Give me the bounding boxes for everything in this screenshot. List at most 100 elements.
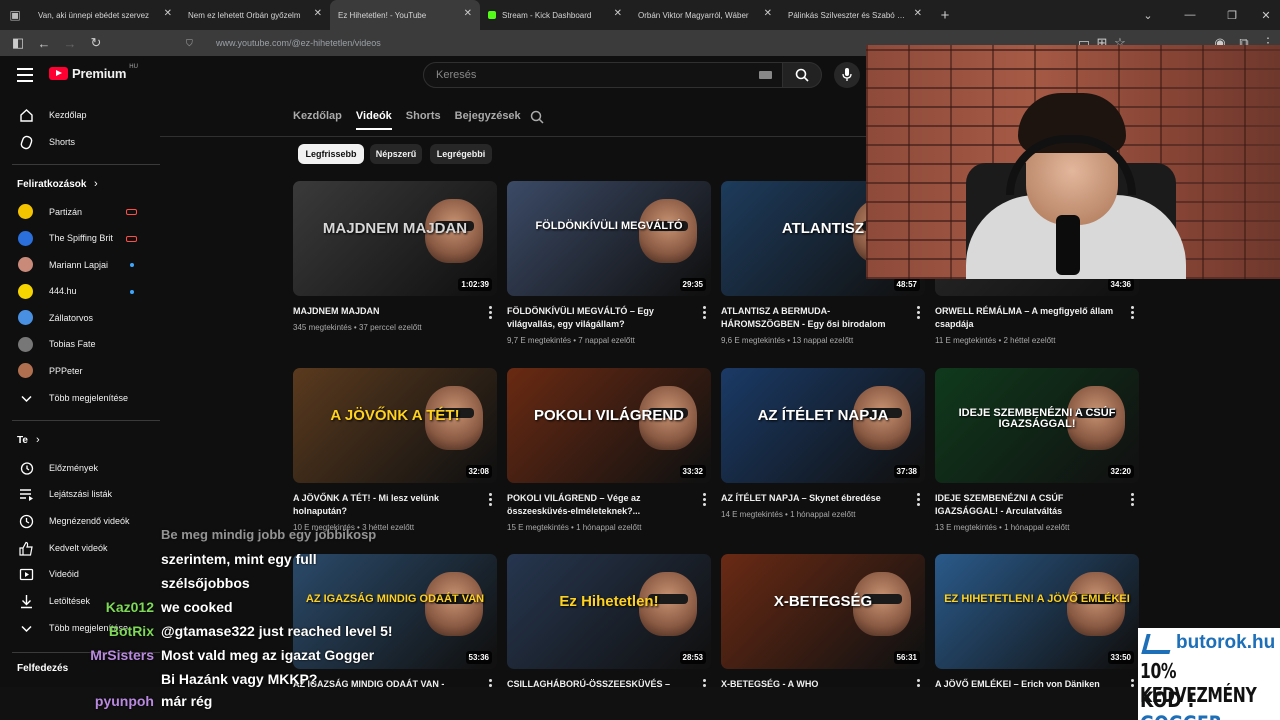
url-text: www.youtube.com/@ez-hihetetlen/videos <box>216 38 381 48</box>
tab-4[interactable]: Bejegyzések <box>455 110 521 130</box>
video-title[interactable]: ORWELL RÉMÁLMA – A megfigyelő állam csap… <box>935 305 1117 331</box>
video-card[interactable]: IDEJE SZEMBENÉZNI A CSÚF IGAZSÁGGAL! 32:2… <box>935 368 1139 532</box>
video-thumbnail[interactable]: AZ ÍTÉLET NAPJA 37:38 <box>721 368 925 483</box>
filter-chip[interactable]: Legfrissebb <box>298 144 364 164</box>
sidebar-item[interactable]: Shorts <box>0 128 160 155</box>
video-duration: 53:36 <box>465 651 492 664</box>
tab-actions-icon[interactable]: ▣ <box>0 0 30 30</box>
video-thumbnail[interactable]: FÖLDÖNKÍVÜLI MEGVÁLTÓ 29:35 <box>507 181 711 296</box>
tab-close-icon[interactable]: ✕ <box>614 8 622 19</box>
browser-tab[interactable]: Stream - Kick Dashboard ✕ <box>480 0 630 30</box>
new-tab-button[interactable]: + <box>930 7 960 24</box>
video-thumbnail[interactable]: EZ HIHETETLEN! A JÖVŐ EMLÉKEI 33:50 <box>935 554 1139 669</box>
more-actions-icon[interactable] <box>703 493 707 508</box>
video-thumbnail[interactable]: Ez Hihetetlen! 28:53 <box>507 554 711 669</box>
browser-tab[interactable]: Pálinkás Szilveszter és Szabó Be ✕ <box>780 0 930 30</box>
sidebar-item[interactable]: Tobias Fate <box>0 331 160 358</box>
video-title[interactable]: POKOLI VILÁGREND – Vége az összeesküvés-… <box>507 492 689 518</box>
back-icon[interactable]: ← <box>32 31 56 55</box>
upload-age: 1 hónappal ezelőtt <box>790 510 856 519</box>
search-input[interactable]: Keresés <box>423 62 783 88</box>
sidebar-item[interactable]: Több megjelenítése <box>0 384 160 411</box>
video-card[interactable]: POKOLI VILÁGREND 33:32 POKOLI VILÁGREND – … <box>507 368 711 532</box>
tab-1[interactable]: Kezdőlap <box>293 110 342 130</box>
tab-title: Nem ez lehetett Orbán győzelm <box>188 10 301 20</box>
new-content-dot <box>130 289 134 294</box>
more-actions-icon[interactable] <box>917 493 921 508</box>
thumbnail-text: Ez Hihetetlen! <box>559 593 659 610</box>
browser-tab[interactable]: Nem ez lehetett Orbán győzelm ✕ <box>180 0 330 30</box>
sidebar-item[interactable]: Lejátszási listák <box>0 481 160 508</box>
view-count: 13 E megtekintés <box>935 523 997 532</box>
you-heading[interactable]: Te <box>17 435 28 446</box>
sidebar-item[interactable]: Zállatorvos <box>0 304 160 331</box>
thumbnail-text: X-BETEGSÉG <box>773 593 873 610</box>
forward-icon[interactable]: → <box>58 31 82 55</box>
youtube-premium-logo[interactable]: Premium HU <box>49 64 138 81</box>
youtube-play-icon <box>49 67 68 80</box>
upload-age: 37 perccel ezelőtt <box>358 323 422 332</box>
more-actions-icon[interactable] <box>1131 306 1135 321</box>
video-card[interactable]: FÖLDÖNKÍVÜLI MEGVÁLTÓ 29:35 FÖLDÖNKÍVÜLI M… <box>507 181 711 345</box>
video-thumbnail[interactable]: POKOLI VILÁGREND 33:32 <box>507 368 711 483</box>
sidebar-item[interactable]: Mariann Lapjai <box>0 251 160 278</box>
keyboard-icon[interactable] <box>759 71 772 79</box>
video-card[interactable]: X-BETEGSÉG56:31X-BETEGSÉG - A WHO népess… <box>721 554 925 702</box>
more-actions-icon[interactable] <box>1131 493 1135 508</box>
video-title[interactable]: FÖLDÖNKÍVÜLI MEGVÁLTÓ – Egy világvallás,… <box>507 305 689 331</box>
video-title[interactable]: AZ ÍTÉLET NAPJA – Skynet ébredése <box>721 492 903 505</box>
tab-search-icon[interactable]: ⌄ <box>1128 0 1168 30</box>
channel-search-button[interactable] <box>530 110 544 129</box>
more-actions-icon[interactable] <box>489 493 493 508</box>
sidebar-toggle-icon[interactable]: ◧ <box>6 31 30 55</box>
video-card[interactable]: AZ ÍTÉLET NAPJA 37:38 AZ ÍTÉLET NAPJA – Sk… <box>721 368 925 519</box>
reload-icon[interactable]: ↻ <box>84 31 108 55</box>
sidebar-item[interactable]: Megnézendő videók <box>0 507 160 534</box>
video-title[interactable]: A JÖVŐNK A TÉT! - Mi lesz velünk holnapu… <box>293 492 475 518</box>
sidebar-item[interactable]: PPPeter <box>0 357 160 384</box>
upload-age: 7 nappal ezelőtt <box>578 336 635 345</box>
sponsor-ad: butorok.hu 10% KEDVEZMÉNY KÓD : GOGGER <box>1138 628 1280 720</box>
tab-2[interactable]: Videók <box>355 110 392 130</box>
filter-chip[interactable]: Legrégebbi <box>430 144 492 164</box>
voice-search-button[interactable] <box>834 62 860 88</box>
more-actions-icon[interactable] <box>489 306 493 321</box>
video-thumbnail[interactable]: A JÖVŐNK A TÉT! 32:08 <box>293 368 497 483</box>
video-title[interactable]: IDEJE SZEMBENÉZNI A CSÚF IGAZSÁGGAL! - A… <box>935 492 1117 518</box>
video-title[interactable]: ATLANTISZ A BERMUDA-HÁROMSZÖGBEN - Egy ő… <box>721 305 903 332</box>
sidebar-item[interactable]: The Spiffing Brit <box>0 225 160 252</box>
tab-close-icon[interactable]: ✕ <box>164 8 172 19</box>
video-title[interactable]: MAJDNEM MAJDAN <box>293 305 475 318</box>
search-button[interactable] <box>782 62 822 88</box>
guide-menu-icon[interactable] <box>17 68 33 82</box>
sidebar-item[interactable]: Előzmények <box>0 454 160 481</box>
sidebar-item[interactable]: Partizán <box>0 198 160 225</box>
tab-close-icon[interactable]: ✕ <box>314 8 322 19</box>
site-info-icon[interactable]: ⛉ <box>186 38 198 49</box>
browser-tab[interactable]: Ez Hihetetlen! - YouTube ✕ <box>330 0 480 30</box>
video-card[interactable]: Ez Hihetetlen! 28:53 CSILLAGHÁBORÚ-ÖSSZEES… <box>507 554 711 692</box>
more-actions-icon[interactable] <box>917 306 921 321</box>
tab-close-icon[interactable]: ✕ <box>764 8 772 19</box>
sidebar-item[interactable]: 444.hu <box>0 278 160 305</box>
video-thumbnail[interactable]: MAJDNEM MAJDAN 1:02:39 <box>293 181 497 296</box>
browser-tab[interactable]: Van, aki ünnepi ebédet szervez ✕ <box>30 0 180 30</box>
filter-chip[interactable]: Népszerű <box>370 144 422 164</box>
sidebar-item[interactable]: Kezdőlap <box>0 101 160 128</box>
tab-close-icon[interactable]: ✕ <box>914 8 922 19</box>
more-actions-icon[interactable] <box>703 306 707 321</box>
video-thumbnail[interactable]: IDEJE SZEMBENÉZNI A CSÚF IGAZSÁGGAL! 32:2… <box>935 368 1139 483</box>
video-thumbnail[interactable]: X-BETEGSÉG 56:31 <box>721 554 925 669</box>
ad-code-label: KÓD : <box>1140 688 1195 712</box>
tab-3[interactable]: Shorts <box>406 110 441 130</box>
browser-tab[interactable]: Orbán Viktor Magyarról, Wáber ✕ <box>630 0 780 30</box>
close-window-icon[interactable]: ✕ <box>1246 0 1280 30</box>
minimize-icon[interactable]: — <box>1170 0 1210 30</box>
tab-close-icon[interactable]: ✕ <box>464 8 472 19</box>
url-field[interactable]: ⛉ www.youtube.com/@ez-hihetetlen/videos <box>186 34 381 52</box>
video-card[interactable]: A JÖVŐNK A TÉT! 32:08 A JÖVŐNK A TÉT! - Mi… <box>293 368 497 532</box>
view-count: 14 E megtekintés <box>721 510 783 519</box>
video-card[interactable]: MAJDNEM MAJDAN 1:02:39 MAJDNEM MAJDAN 345 m… <box>293 181 497 332</box>
video-card[interactable]: EZ HIHETETLEN! A JÖVŐ EMLÉKEI 33:50 A JÖVŐ… <box>935 554 1139 692</box>
subscriptions-heading[interactable]: Feliratkozások <box>17 179 86 190</box>
